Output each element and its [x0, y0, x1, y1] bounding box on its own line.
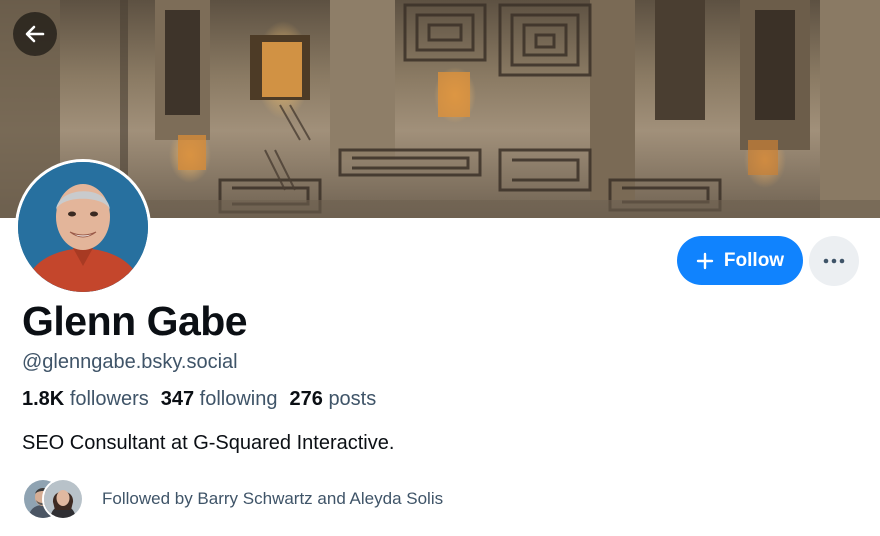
back-button[interactable] [13, 12, 57, 56]
following-label: following [199, 388, 278, 410]
more-dots-icon [823, 258, 845, 264]
more-options-button[interactable] [809, 236, 859, 286]
plus-icon [696, 252, 714, 269]
following-count: 347 [160, 388, 195, 410]
profile-bio: SEO Consultant at G-Squared Interactive. [22, 432, 395, 454]
display-name: Glenn Gabe [22, 298, 248, 344]
posts-count: 276 [289, 388, 323, 410]
followers-label: followers [69, 388, 149, 410]
follow-button[interactable]: Follow [677, 236, 803, 285]
avatar-image [18, 162, 148, 292]
follow-button-label: Follow [723, 249, 785, 271]
known-followers[interactable]: Followed by Barry Schwartz and Aleyda So… [22, 477, 443, 521]
posts-stat: 276 posts [290, 388, 377, 411]
arrow-left-icon [25, 25, 45, 43]
profile-handle: @glenngabe.bsky.social [22, 351, 238, 373]
followers-count: 1.8K [22, 388, 65, 410]
known-follower-avatar [42, 478, 84, 520]
profile-avatar[interactable] [15, 159, 151, 295]
posts-label: posts [328, 388, 377, 410]
known-follower-avatar-image [44, 480, 82, 518]
followers-link[interactable]: 1.8K followers [22, 388, 149, 411]
following-link[interactable]: 347 following [161, 388, 278, 411]
known-followers-text: Followed by Barry Schwartz and Aleyda So… [102, 489, 444, 508]
profile-stats: 1.8K followers 347 following 276 posts [22, 388, 376, 411]
